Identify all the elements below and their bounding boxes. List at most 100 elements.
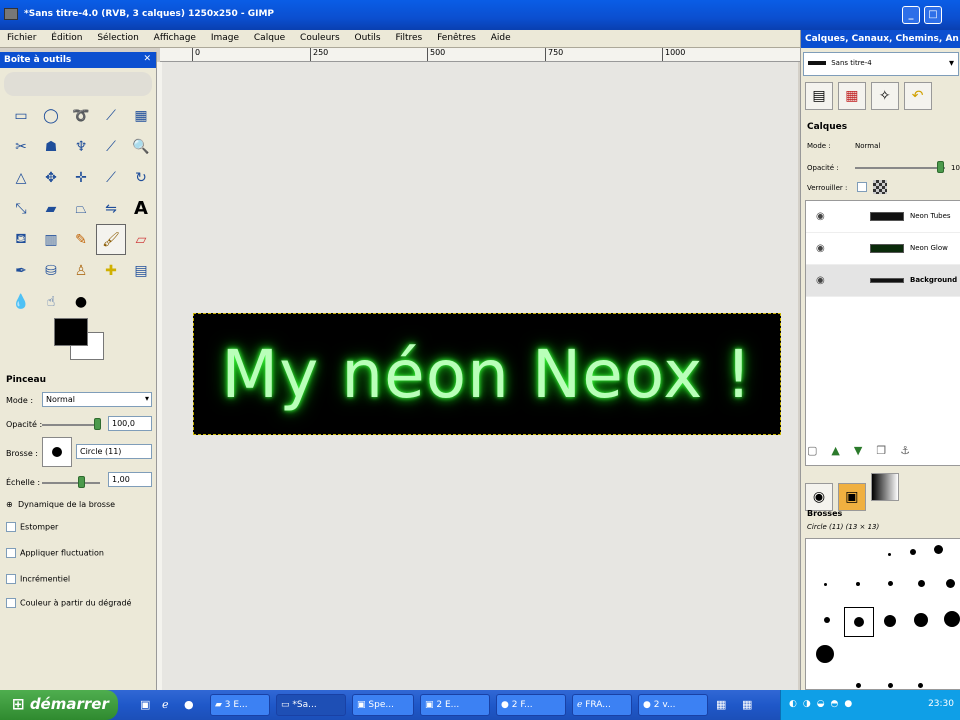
fuzzy-select-tool-icon[interactable]: ⟋ [96, 100, 126, 131]
taskbar-app-icon[interactable]: ▦ [716, 698, 726, 711]
taskbar-item[interactable]: ▣ Spe... [352, 694, 414, 716]
color-select-tool-icon[interactable]: ▦ [126, 100, 156, 131]
perspective-tool-icon[interactable]: ⏢ [66, 193, 96, 224]
check-gradient-color[interactable]: Couleur à partir du dégradé [6, 598, 131, 608]
fade-checkbox[interactable] [6, 522, 16, 532]
menu-fenetres[interactable]: Fenêtres [430, 30, 481, 43]
tab-paths[interactable]: ✧ [870, 82, 899, 110]
check-fade[interactable]: Estomper [6, 522, 58, 532]
brush-item[interactable] [856, 683, 861, 688]
brush-item[interactable] [888, 553, 891, 556]
menu-calque[interactable]: Calque [247, 30, 290, 43]
tab-channels[interactable]: ▦ [837, 82, 866, 110]
color-swatches[interactable] [54, 318, 110, 362]
align-tool-icon[interactable]: ✛ [66, 162, 96, 193]
layer-row[interactable]: ◉ Neon Glow [806, 233, 960, 265]
bucket-fill-tool-icon[interactable]: ⛾ [6, 224, 36, 255]
tray-icons[interactable]: ◐◑◒◓● [789, 699, 858, 709]
foreground-color-swatch[interactable] [54, 318, 88, 346]
eye-icon[interactable]: ◉ [816, 275, 825, 286]
check-incremental[interactable]: Incrémentiel [6, 574, 70, 584]
brush-item[interactable] [946, 579, 955, 588]
rect-select-tool-icon[interactable]: ▭ [6, 100, 36, 131]
menu-selection[interactable]: Sélection [90, 30, 143, 43]
color-picker-tool-icon[interactable]: ⟋ [96, 131, 126, 162]
minimize-button[interactable]: _ [902, 6, 920, 24]
text-tool-icon[interactable]: A [126, 193, 156, 224]
layer-row[interactable]: ◉ Neon Tubes [806, 201, 960, 233]
layer-mode-value[interactable]: Normal [855, 142, 880, 150]
raise-layer-icon[interactable]: ▲ [831, 444, 853, 457]
scale-spinbox[interactable]: 1,00 [108, 472, 152, 487]
anchor-layer-icon[interactable]: ⚓ [900, 444, 924, 457]
brushes-grid[interactable] [805, 538, 960, 690]
move-tool-icon[interactable]: ✥ [36, 162, 66, 193]
scale-slider-handle[interactable] [78, 476, 85, 488]
brush-item[interactable] [824, 617, 830, 623]
opacity-slider[interactable] [42, 424, 100, 426]
lock-alpha-checkbox[interactable] [857, 182, 867, 192]
tab-gradients[interactable] [870, 473, 899, 501]
brush-item[interactable] [918, 683, 923, 688]
heal-tool-icon[interactable]: ✚ [96, 255, 126, 286]
brush-item-selected[interactable] [844, 607, 874, 637]
dodge-burn-tool-icon[interactable]: ● [66, 286, 96, 317]
image-selector-dropdown[interactable]: Sans titre-4 ▾ [803, 52, 959, 76]
tab-patterns[interactable]: ▣ [837, 483, 866, 511]
tab-undo[interactable]: ↶ [903, 82, 932, 110]
maximize-button[interactable]: □ [924, 6, 942, 24]
menu-image[interactable]: Image [204, 30, 244, 43]
check-jitter[interactable]: Appliquer fluctuation [6, 548, 104, 558]
scale-tool-icon[interactable]: ⤡ [6, 193, 36, 224]
menu-fichier[interactable]: Fichier [0, 30, 41, 43]
menu-aide[interactable]: Aide [484, 30, 516, 43]
ink-tool-icon[interactable]: ⛁ [36, 255, 66, 286]
menu-filtres[interactable]: Filtres [388, 30, 427, 43]
quicklaunch-icon[interactable]: ▣ [140, 698, 150, 711]
mode-dropdown[interactable]: Normal ▾ [42, 392, 152, 407]
flip-tool-icon[interactable]: ⇋ [96, 193, 126, 224]
ellipse-select-tool-icon[interactable]: ◯ [36, 100, 66, 131]
scissors-tool-icon[interactable]: ✂ [6, 131, 36, 162]
crop-tool-icon[interactable]: ⟋ [96, 162, 126, 193]
layer-opacity-slider[interactable] [855, 167, 945, 169]
duplicate-layer-icon[interactable]: ❐ [876, 444, 900, 457]
rotate-tool-icon[interactable]: ↻ [126, 162, 156, 193]
brush-item[interactable] [816, 645, 834, 663]
jitter-checkbox[interactable] [6, 548, 16, 558]
clone-tool-icon[interactable]: ♙ [66, 255, 96, 286]
close-icon[interactable]: ✕ [143, 54, 151, 64]
menu-edition[interactable]: Édition [44, 30, 87, 43]
new-layer-icon[interactable]: ▢ [807, 444, 831, 457]
opacity-spinbox[interactable]: 100,0 [108, 416, 152, 431]
firefox-icon[interactable]: ● [184, 698, 194, 711]
taskbar-item[interactable]: ℯ FRA... [572, 694, 632, 716]
check-brush-dynamics[interactable]: ⊕ Dynamique de la brosse [6, 500, 115, 509]
pencil-tool-icon[interactable]: ✎ [66, 224, 96, 255]
eye-icon[interactable]: ◉ [816, 211, 825, 222]
brush-item[interactable] [824, 583, 827, 586]
lasso-tool-icon[interactable]: ➰ [66, 100, 96, 131]
taskbar-item[interactable]: ● 2 v... [638, 694, 708, 716]
menu-outils[interactable]: Outils [348, 30, 386, 43]
blur-tool-icon[interactable]: 💧 [6, 286, 36, 317]
shear-tool-icon[interactable]: ▰ [36, 193, 66, 224]
horizontal-ruler[interactable]: 0 250 500 750 1000 [160, 48, 800, 62]
taskbar-item[interactable]: ● 2 F... [496, 694, 566, 716]
taskbar-item[interactable]: ▰ 3 E... [210, 694, 270, 716]
start-button[interactable]: ⊞ démarrer [0, 690, 118, 720]
brush-item[interactable] [914, 613, 928, 627]
ie-icon[interactable]: ℯ [162, 698, 169, 711]
brush-preview[interactable] [42, 437, 72, 467]
eraser-tool-icon[interactable]: ▱ [126, 224, 156, 255]
paths-tool-icon[interactable]: ♆ [66, 131, 96, 162]
tab-brushes[interactable]: ◉ [805, 483, 833, 511]
brush-item[interactable] [888, 683, 893, 688]
image-canvas[interactable]: My néon Neox ! [193, 313, 781, 435]
brush-item[interactable] [884, 615, 896, 627]
layer-opacity-value[interactable]: 10 [951, 164, 960, 172]
airbrush-tool-icon[interactable]: ✒ [6, 255, 36, 286]
zoom-tool-icon[interactable]: 🔍 [126, 131, 156, 162]
opacity-slider-handle[interactable] [94, 418, 101, 430]
foreground-select-tool-icon[interactable]: ☗ [36, 131, 66, 162]
